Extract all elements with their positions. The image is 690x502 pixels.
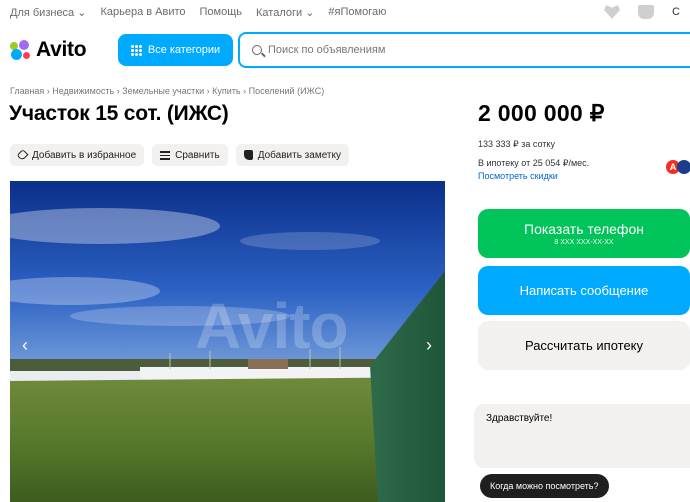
all-categories-label: Все категории <box>147 44 221 56</box>
utility-links: Для бизнеса ⌄ Карьера в Авито Помощь Кат… <box>10 6 386 19</box>
compare-button[interactable]: Сравнить <box>152 144 228 166</box>
search-icon <box>252 45 262 55</box>
add-note-label: Добавить заметку <box>257 149 341 161</box>
quick-reply-chip[interactable]: Когда можно посмотреть? <box>480 474 609 498</box>
masked-phone: 8 XXX XXX-XX-XX <box>554 239 614 246</box>
add-note-button[interactable]: Добавить заметку <box>235 144 349 166</box>
prev-photo-arrow-icon[interactable]: ‹ <box>18 336 32 354</box>
message-input[interactable]: Здравствуйте! <box>474 404 690 468</box>
add-to-favorites-button[interactable]: Добавить в избранное <box>10 144 145 166</box>
logo-wordmark: Avito <box>36 38 87 61</box>
grid-icon <box>130 44 142 56</box>
price: 2 000 000 ₽ <box>478 100 605 126</box>
breadcrumb[interactable]: Главная › Недвижимость › Земельные участ… <box>10 86 324 96</box>
mortgage-estimate: В ипотеку от 25 054 ₽/мес. <box>478 158 590 168</box>
show-phone-button[interactable]: Показать телефон 8 XXX XXX-XX-XX <box>478 209 690 258</box>
photo-watermark: Avito <box>195 290 349 362</box>
search-input[interactable]: Поиск по объявлениям <box>238 32 690 68</box>
note-icon <box>243 150 253 160</box>
cart-icon[interactable] <box>638 5 655 19</box>
listing-actions: Добавить в избранное Сравнить Добавить з… <box>10 144 349 166</box>
link-ihelp[interactable]: #яПомогаю <box>328 6 386 19</box>
page-title: Участок 15 сот. (ИЖС) <box>9 102 229 125</box>
search-placeholder: Поиск по объявлениям <box>268 44 386 56</box>
show-phone-label: Показать телефон <box>524 221 644 237</box>
view-discounts-link[interactable]: Посмотреть скидки <box>478 171 558 181</box>
bank-icon <box>677 160 690 174</box>
link-catalogs[interactable]: Каталоги ⌄ <box>256 6 314 19</box>
link-help[interactable]: Помощь <box>200 6 243 19</box>
listing-photo[interactable]: Avito ‹ › <box>10 181 445 502</box>
add-to-favorites-label: Добавить в избранное <box>32 149 137 161</box>
top-utility-bar: Для бизнеса ⌄ Карьера в Авито Помощь Кат… <box>0 0 690 26</box>
link-business[interactable]: Для бизнеса ⌄ <box>10 6 86 19</box>
compare-icon <box>160 150 171 160</box>
write-message-button[interactable]: Написать сообщение <box>478 266 690 315</box>
next-photo-arrow-icon[interactable]: › <box>422 336 436 354</box>
link-careers[interactable]: Карьера в Авито <box>100 6 185 19</box>
user-icons: С <box>604 5 680 19</box>
favorites-icon[interactable] <box>604 5 621 19</box>
profile-letter[interactable]: С <box>672 6 680 18</box>
all-categories-button[interactable]: Все категории <box>118 34 233 66</box>
price-per-unit: 133 333 ₽ за сотку <box>478 139 555 149</box>
logo-dots-icon <box>10 40 32 60</box>
avito-logo[interactable]: Avito <box>10 38 87 62</box>
calculate-mortgage-button[interactable]: Рассчитать ипотеку <box>478 321 690 370</box>
bank-logos: А <box>666 160 690 174</box>
heart-icon <box>16 148 29 162</box>
compare-label: Сравнить <box>175 149 220 161</box>
